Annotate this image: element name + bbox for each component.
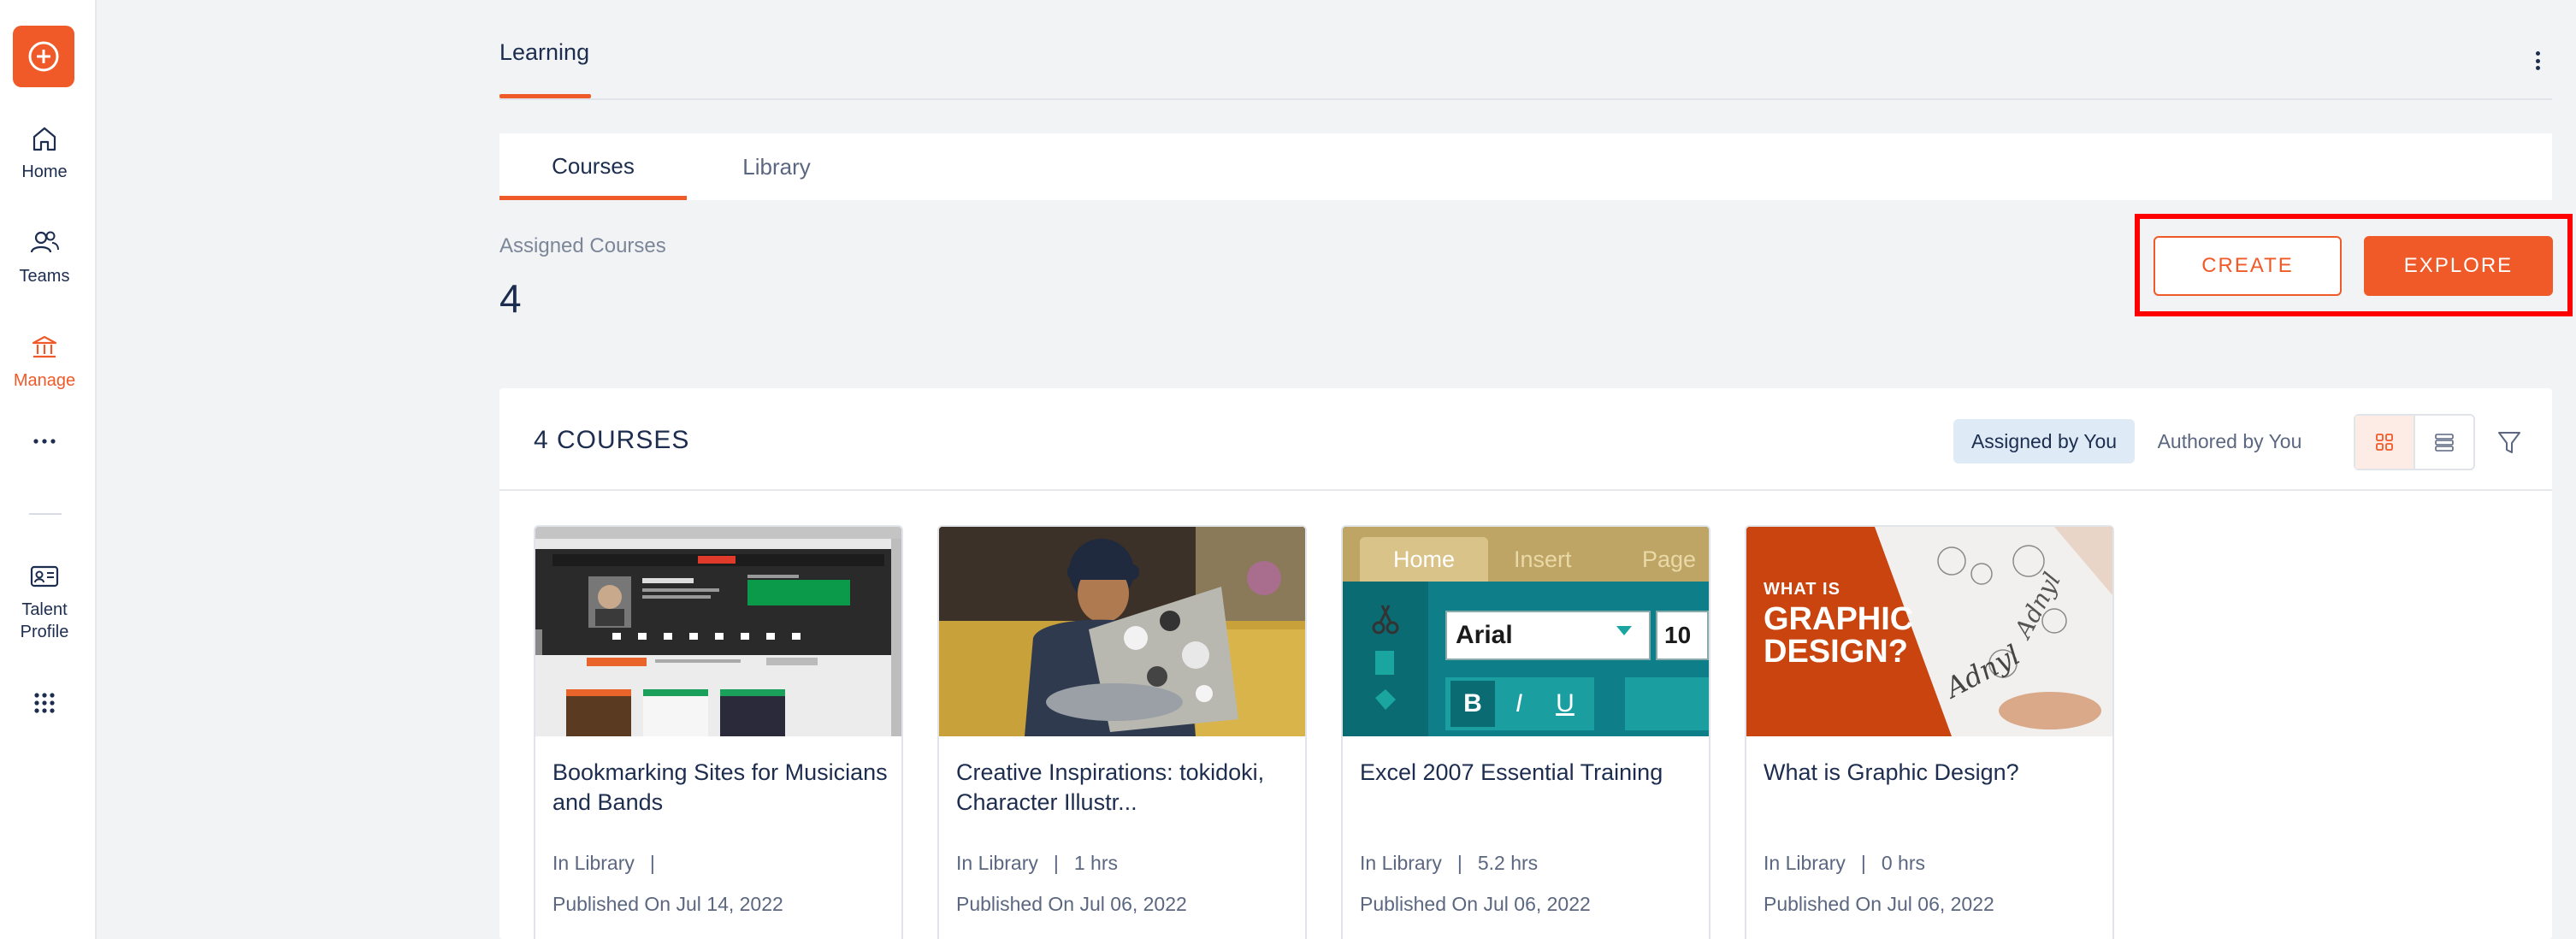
- course-title[interactable]: What is Graphic Design?: [1764, 758, 2099, 788]
- tab-library[interactable]: Library: [687, 133, 866, 200]
- more-nav-button[interactable]: [0, 436, 89, 446]
- add-button[interactable]: [13, 26, 74, 87]
- view-toggle: [2354, 414, 2475, 470]
- nav-item-teams[interactable]: Teams: [0, 224, 89, 287]
- excel-font-box: Arial: [1445, 611, 1651, 660]
- course-card[interactable]: WHAT IS GRAPHIC DESIGN? Adnyl Adnyl What…: [1745, 525, 2114, 939]
- course-meta: In Library | 1 hrs: [956, 852, 1118, 875]
- meta-separator: |: [649, 852, 655, 874]
- grid-view-icon: [2376, 434, 2393, 451]
- excel-italic: I: [1515, 689, 1523, 718]
- course-status: In Library: [956, 852, 1038, 874]
- excel-underline: U: [1556, 689, 1575, 718]
- nav-item-manage[interactable]: Manage: [0, 328, 89, 392]
- graphic-line1: WHAT IS: [1764, 580, 1840, 599]
- meta-separator: |: [1456, 852, 1462, 874]
- left-nav-rail: Home Teams Manage Talent Profile: [0, 0, 97, 939]
- course-published-date: Published On Jul 06, 2022: [956, 893, 1187, 915]
- course-published-date: Published On Jul 14, 2022: [552, 893, 783, 915]
- meta-separator: |: [1053, 852, 1059, 874]
- assigned-courses-label: Assigned Courses: [499, 234, 666, 257]
- more-options-icon[interactable]: [2532, 48, 2544, 74]
- manage-icon: [30, 328, 59, 366]
- course-duration: 5.2 hrs: [1477, 852, 1539, 874]
- course-meta: In Library | 0 hrs: [1764, 852, 1925, 875]
- course-status: In Library: [1360, 852, 1442, 874]
- create-button[interactable]: CREATE: [2154, 236, 2342, 296]
- plus-circle-icon: [28, 41, 59, 72]
- course-status: In Library: [552, 852, 635, 874]
- course-meta: In Library |: [552, 852, 671, 875]
- filter-icon: [2498, 432, 2520, 453]
- explore-button[interactable]: EXPLORE: [2364, 236, 2553, 296]
- course-meta: In Library | 5.2 hrs: [1360, 852, 1538, 875]
- grid-view-button[interactable]: [2355, 416, 2415, 469]
- excel-tab-page: Page: [1642, 546, 1697, 572]
- course-duration: 0 hrs: [1881, 852, 1925, 874]
- page-title: Learning: [499, 39, 590, 65]
- assigned-courses-count: 4: [499, 276, 522, 321]
- course-title[interactable]: Excel 2007 Essential Training: [1360, 758, 1695, 788]
- scissors-icon: [1372, 605, 1399, 710]
- tab-courses[interactable]: Courses: [499, 133, 687, 200]
- nav-label-teams: Teams: [19, 267, 70, 286]
- course-status: In Library: [1764, 852, 1846, 874]
- rail-divider: [29, 513, 62, 515]
- course-card[interactable]: Home Insert Page Arial 10 B I U Excel 20…: [1341, 525, 1710, 939]
- filter-assigned-by-you[interactable]: Assigned by You: [1953, 419, 2135, 464]
- excel-bold: B: [1450, 681, 1495, 727]
- nav-label-home: Home: [21, 162, 68, 181]
- nav-label-manage: Manage: [13, 371, 76, 390]
- course-card[interactable]: Bookmarking Sites for Musicians and Band…: [534, 525, 903, 939]
- course-thumbnail-excel: Home Insert Page Arial 10 B I U: [1343, 527, 1709, 736]
- teams-icon: [29, 224, 60, 262]
- graphic-line2: GRAPHIC: [1764, 601, 1914, 637]
- courses-panel: 4 COURSES Assigned by You Authored by Yo…: [499, 388, 2552, 939]
- apps-grid-button[interactable]: [0, 691, 89, 715]
- panel-header: 4 COURSES Assigned by You Authored by Yo…: [499, 388, 2552, 491]
- meta-separator: |: [1860, 852, 1866, 874]
- course-thumbnail-bookmarking: [535, 527, 901, 736]
- course-published-date: Published On Jul 06, 2022: [1764, 893, 1994, 915]
- course-card[interactable]: Creative Inspirations: tokidoki, Charact…: [937, 525, 1307, 939]
- talent-profile-icon: [29, 558, 60, 595]
- nav-item-home[interactable]: Home: [0, 120, 89, 183]
- apps-grid-icon: [34, 693, 55, 713]
- course-thumbnail-graphic-design: WHAT IS GRAPHIC DESIGN? Adnyl Adnyl: [1746, 527, 2112, 736]
- list-view-icon: [2435, 434, 2454, 452]
- courses-count-title: 4 COURSES: [534, 426, 690, 454]
- course-thumbnail-creative-inspirations: [939, 527, 1305, 736]
- filter-authored-by-you[interactable]: Authored by You: [2147, 419, 2313, 464]
- tab-bar: Courses Library: [499, 133, 2552, 200]
- more-horizontal-icon: [33, 439, 56, 444]
- list-view-button[interactable]: [2415, 416, 2473, 469]
- header-divider: [499, 98, 2552, 100]
- nav-label-talent-profile: Talent Profile: [20, 600, 69, 641]
- home-icon: [30, 120, 59, 157]
- graphic-line3: DESIGN?: [1764, 634, 1908, 670]
- excel-tab-home: Home: [1360, 537, 1488, 582]
- excel-size-box: 10: [1656, 611, 1709, 660]
- course-title[interactable]: Creative Inspirations: tokidoki, Charact…: [956, 758, 1291, 818]
- filter-button[interactable]: [2492, 426, 2526, 460]
- nav-item-talent-profile[interactable]: Talent Profile: [0, 558, 89, 643]
- course-duration: 1 hrs: [1073, 852, 1118, 874]
- excel-tab-insert: Insert: [1514, 546, 1572, 572]
- course-title[interactable]: Bookmarking Sites for Musicians and Band…: [552, 758, 888, 818]
- course-published-date: Published On Jul 06, 2022: [1360, 893, 1591, 915]
